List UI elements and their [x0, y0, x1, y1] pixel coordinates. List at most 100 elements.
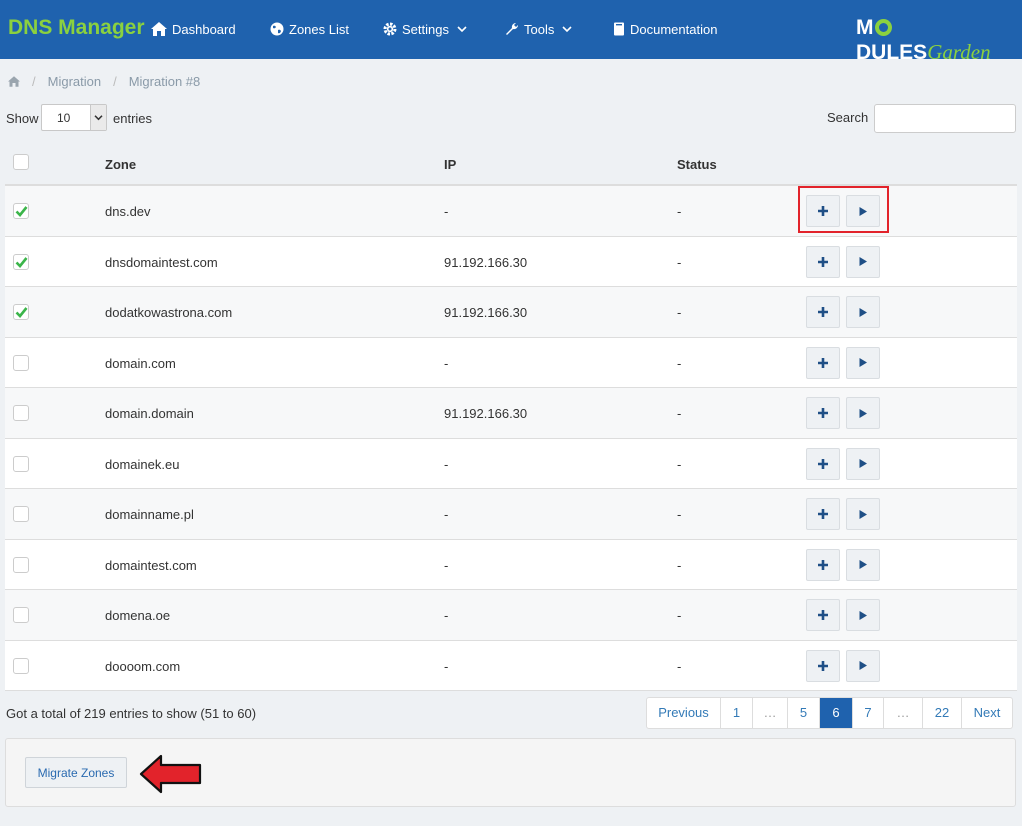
table-row: domainek.eu - -: [5, 438, 1017, 489]
migrate-zone-button[interactable]: [846, 397, 880, 429]
checkmark-icon: [15, 307, 28, 318]
pagination-page[interactable]: 1: [720, 698, 752, 728]
zone-cell: dns.dev: [105, 204, 151, 219]
status-cell: -: [677, 507, 682, 522]
add-zone-button[interactable]: [806, 649, 840, 682]
nav-tools[interactable]: Tools: [505, 20, 572, 38]
migrate-zone-button[interactable]: [846, 447, 880, 480]
add-zone-button[interactable]: [806, 599, 840, 631]
table-row: dnsdomaintest.com 91.192.166.30 -: [5, 236, 1017, 287]
pagination-ellipsis: …: [752, 698, 787, 728]
column-header-status[interactable]: Status: [677, 157, 717, 172]
add-zone-button[interactable]: [806, 447, 840, 480]
add-zone-button[interactable]: [806, 397, 840, 429]
logo-text-dules: DULES: [856, 41, 928, 64]
column-header-ip[interactable]: IP: [444, 157, 456, 172]
table-row: domainname.pl - -: [5, 489, 1017, 540]
ip-cell: -: [444, 557, 449, 573]
table-row: domena.oe - -: [5, 590, 1017, 641]
row-checkbox[interactable]: [13, 657, 29, 674]
nav-documentation[interactable]: Documentation: [613, 20, 717, 38]
ip-cell: 91.192.166.30: [444, 305, 528, 320]
play-icon: [859, 307, 867, 317]
table-row: domaintest.com - -: [5, 539, 1017, 590]
brand-title[interactable]: DNS Manager: [8, 16, 145, 40]
nav-tools-label: Tools: [524, 21, 555, 37]
plus-icon: [818, 408, 828, 418]
plus-icon: [818, 610, 828, 620]
migrate-zone-button[interactable]: [846, 548, 880, 581]
pagination-page[interactable]: 6: [819, 698, 852, 728]
nav-documentation-label: Documentation: [630, 21, 718, 37]
migrate-zones-button[interactable]: Migrate Zones: [25, 757, 127, 788]
home-icon[interactable]: [8, 76, 20, 87]
logo-o-icon: [874, 19, 892, 36]
status-cell: -: [677, 355, 682, 371]
add-zone-button[interactable]: [806, 548, 840, 581]
row-checkbox[interactable]: [13, 354, 29, 371]
red-arrow-icon: [139, 754, 202, 794]
top-navbar: DNS Manager Dashboard Zones List Setting…: [0, 0, 1022, 64]
pagination-previous[interactable]: Previous: [647, 698, 720, 728]
breadcrumb-separator: /: [32, 74, 36, 89]
breadcrumb-migration-8: Migration #8: [128, 74, 201, 89]
pagination-next[interactable]: Next: [961, 698, 1012, 728]
add-zone-button[interactable]: [806, 296, 840, 328]
row-checkbox[interactable]: [13, 455, 29, 472]
breadcrumb-migration[interactable]: Migration: [48, 74, 101, 89]
migrate-zone-button[interactable]: [846, 599, 880, 631]
plus-icon: [818, 509, 828, 519]
modulesgarden-logo[interactable]: MDULESGarden: [856, 16, 1022, 65]
table-body: dns.dev - - dnsdomaintest.com 91.192.166…: [5, 186, 1017, 691]
column-header-zone[interactable]: Zone: [105, 157, 136, 172]
migrate-zone-button[interactable]: [846, 649, 880, 682]
add-zone-button[interactable]: [806, 245, 840, 278]
entries-length-select[interactable]: 10: [41, 104, 107, 131]
ip-cell: -: [444, 456, 449, 472]
row-checkbox[interactable]: [13, 253, 29, 270]
nav-dashboard[interactable]: Dashboard: [151, 20, 236, 38]
row-checkbox[interactable]: [13, 607, 29, 623]
status-cell: -: [677, 456, 682, 472]
table-row: domain.domain 91.192.166.30 -: [5, 388, 1017, 439]
checkmark-icon: [15, 206, 28, 217]
select-all-checkbox[interactable]: [13, 154, 29, 170]
chevron-down-icon: [90, 105, 106, 130]
gear-icon: [383, 22, 397, 36]
pagination-page[interactable]: 5: [787, 698, 819, 728]
status-cell: -: [677, 204, 682, 219]
migrate-zone-button[interactable]: [846, 245, 880, 278]
pagination-page[interactable]: 22: [922, 698, 961, 728]
breadcrumb: / Migration / Migration #8: [8, 74, 200, 89]
migrate-zone-button[interactable]: [846, 296, 880, 328]
row-checkbox[interactable]: [13, 203, 29, 219]
migrate-zone-button[interactable]: [846, 498, 880, 530]
nav-settings[interactable]: Settings: [383, 20, 467, 38]
zone-cell: doooom.com: [105, 658, 181, 674]
book-icon: [614, 22, 624, 36]
row-checkbox[interactable]: [13, 556, 29, 573]
table-row: dodatkowastrona.com 91.192.166.30 -: [5, 287, 1017, 338]
plus-icon: [818, 256, 828, 267]
migrate-zone-button[interactable]: [846, 346, 880, 379]
row-checkbox[interactable]: [13, 405, 29, 421]
status-cell: -: [677, 608, 682, 623]
status-cell: -: [677, 406, 682, 421]
plus-icon: [818, 307, 828, 317]
pagination-page[interactable]: 7: [852, 698, 883, 728]
status-cell: -: [677, 557, 682, 573]
table-row: domain.com - -: [5, 337, 1017, 388]
nav-zones-list[interactable]: Zones List: [270, 20, 349, 38]
search-input[interactable]: [874, 104, 1016, 133]
row-checkbox[interactable]: [13, 506, 29, 522]
add-zone-button[interactable]: [806, 346, 840, 379]
logo-text-m: M: [856, 16, 874, 39]
ip-cell: -: [444, 507, 449, 522]
add-zone-button[interactable]: [806, 498, 840, 530]
checkmark-icon: [15, 256, 28, 268]
play-icon: [859, 509, 867, 519]
ip-cell: -: [444, 608, 449, 623]
row-checkbox[interactable]: [13, 304, 29, 320]
play-icon: [859, 661, 867, 670]
breadcrumb-separator: /: [113, 74, 117, 89]
